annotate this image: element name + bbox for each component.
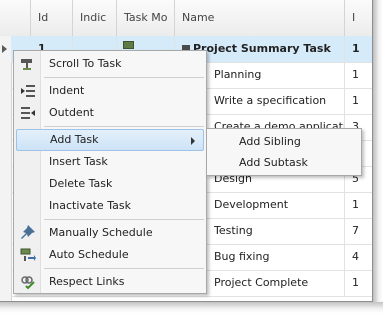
outdent-icon: [20, 105, 36, 121]
submenu-arrow-icon: [191, 137, 195, 145]
menu-item-add-task[interactable]: Add Task: [16, 129, 204, 151]
context-menu: Scroll To Task Indent Outdent Add Task I…: [13, 50, 207, 294]
menu-item-auto-schedule[interactable]: Auto Schedule: [16, 244, 204, 266]
menu-label: Delete Task: [49, 177, 113, 190]
submenu-item-add-sibling[interactable]: Add Sibling: [209, 131, 359, 152]
pin-icon: [20, 225, 36, 241]
cell-truncated: 4: [352, 250, 359, 263]
menu-label: Add Task: [50, 133, 99, 146]
menu-label: Add Subtask: [239, 156, 308, 169]
menu-item-outdent[interactable]: Outdent: [16, 102, 204, 124]
cell-truncated: 1: [352, 198, 359, 211]
cell-truncated: 7: [352, 224, 359, 237]
indent-icon: [20, 83, 36, 99]
menu-separator: [44, 268, 204, 269]
menu-item-scroll-to-task[interactable]: Scroll To Task: [16, 53, 204, 75]
header-select-corner[interactable]: [0, 0, 31, 36]
menu-label: Inactivate Task: [49, 199, 131, 212]
cell-name[interactable]: Testing: [207, 218, 345, 244]
cell-name[interactable]: Planning: [207, 62, 345, 88]
column-header-task-mode[interactable]: Task Mo: [117, 0, 175, 36]
scroll-to-task-icon: [20, 56, 36, 72]
cell-name[interactable]: Bug fixing: [207, 244, 345, 270]
window-shadow-bottom: [0, 302, 383, 313]
menu-label: Outdent: [49, 106, 94, 119]
cell-truncated: 1: [352, 42, 360, 55]
cell-truncated: 1: [352, 276, 359, 289]
column-header-name[interactable]: Name: [175, 0, 345, 36]
menu-label: Indent: [49, 84, 85, 97]
cell-truncated: 1: [352, 68, 359, 81]
column-header-id[interactable]: Id: [31, 0, 73, 36]
add-task-submenu: Add Sibling Add Subtask: [206, 128, 362, 176]
menu-label: Add Sibling: [239, 135, 301, 148]
menu-separator: [44, 219, 204, 220]
menu-label: Scroll To Task: [49, 57, 122, 70]
menu-item-respect-links[interactable]: Respect Links: [16, 271, 204, 293]
menu-item-delete-task[interactable]: Delete Task: [16, 173, 204, 195]
cell-name[interactable]: Write a specification: [207, 88, 345, 114]
menu-item-insert-task[interactable]: Insert Task: [16, 151, 204, 173]
task-mode-icon: [123, 41, 134, 49]
menu-label: Insert Task: [49, 155, 108, 168]
menu-label: Auto Schedule: [49, 248, 129, 261]
task-name: Project Summary Task: [193, 42, 331, 55]
auto-schedule-icon: [20, 247, 36, 263]
menu-label: Manually Schedule: [49, 226, 153, 239]
column-header-truncated[interactable]: I: [345, 0, 372, 36]
menu-item-inactivate-task[interactable]: Inactivate Task: [16, 195, 204, 217]
cell-truncated: 1: [352, 94, 359, 107]
menu-item-manually-schedule[interactable]: Manually Schedule: [16, 222, 204, 244]
menu-label: Respect Links: [49, 275, 125, 288]
current-row-arrow-icon: [2, 45, 7, 53]
window-shadow-right: [373, 0, 383, 313]
grid-header: Id Indic Task Mo Name I: [0, 0, 372, 37]
menu-item-indent[interactable]: Indent: [16, 80, 204, 102]
gantt-grid: Id Indic Task Mo Name I 1 Project Summar…: [0, 0, 373, 302]
cell-name[interactable]: Development: [207, 192, 345, 218]
cell-name[interactable]: Project Complete: [207, 270, 345, 296]
submenu-item-add-subtask[interactable]: Add Subtask: [209, 152, 359, 173]
link-check-icon: [20, 274, 36, 290]
menu-separator: [44, 126, 204, 127]
menu-separator: [44, 77, 204, 78]
column-header-indicators[interactable]: Indic: [73, 0, 117, 36]
